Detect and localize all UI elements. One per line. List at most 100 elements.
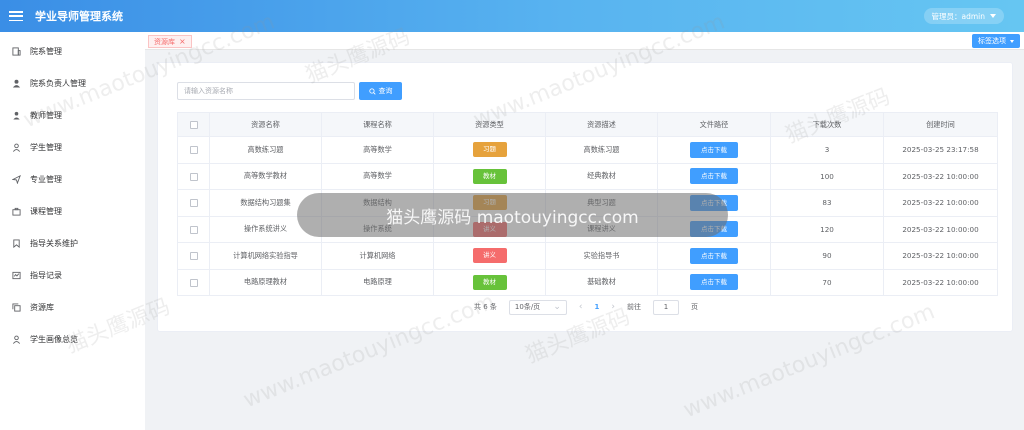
bookmark-icon	[12, 238, 21, 248]
student-icon	[12, 143, 21, 152]
table-row: 高数练习题 高等数学 习题 高数练习题 点击下载 3 2025-03-25 23:17:58	[177, 136, 998, 164]
resource-desc-cell: 典型习题	[545, 189, 658, 217]
sidebar-item[interactable]: 指导记录	[0, 259, 145, 291]
goto-label: 前往	[627, 303, 641, 311]
goto-page-input[interactable]	[653, 299, 679, 315]
type-badge: 讲义	[472, 221, 507, 237]
sidebar-item[interactable]: 教师管理	[0, 99, 145, 131]
file-path-cell: 点击下载	[657, 189, 771, 217]
send-icon	[12, 174, 21, 184]
select-all-checkbox[interactable]	[189, 121, 198, 129]
sidebar-item[interactable]: 院系负责人管理	[0, 67, 145, 99]
row-checkbox[interactable]	[189, 225, 198, 234]
download-count-cell: 3	[770, 136, 884, 164]
file-path-cell: 点击下载	[657, 162, 771, 190]
record-icon	[12, 271, 21, 280]
download-button[interactable]: 点击下载	[690, 168, 738, 185]
search-button[interactable]: 查询	[359, 82, 402, 100]
row-checkbox[interactable]	[189, 172, 198, 181]
resource-type-cell: 习题	[433, 136, 546, 164]
sidebar-item[interactable]: 课程管理	[0, 195, 145, 227]
resource-type-cell: 讲义	[433, 215, 546, 243]
page-suffix: 页	[691, 303, 698, 311]
resource-name-cell: 数据结构习题集	[209, 189, 322, 217]
resource-desc-cell: 课程讲义	[545, 215, 658, 243]
column-header: 资源类型	[433, 112, 546, 137]
page-number-current[interactable]: 1	[595, 303, 600, 311]
row-checkbox[interactable]	[189, 278, 198, 287]
tag-options-button[interactable]: 标签选项	[972, 34, 1020, 48]
download-button[interactable]: 点击下载	[690, 247, 738, 264]
download-button[interactable]: 点击下载	[690, 274, 738, 291]
prev-page-icon[interactable]: ‹	[579, 302, 583, 312]
download-count-cell: 83	[770, 189, 884, 217]
file-path-cell: 点击下载	[657, 242, 771, 270]
top-header: 学业导师管理系统 管理员：admin	[0, 0, 1024, 32]
column-header: 文件路径	[657, 112, 771, 137]
sidebar-item[interactable]: 专业管理	[0, 163, 145, 195]
row-select-cell	[177, 215, 210, 243]
sidebar: 院系管理院系负责人管理教师管理 学生管理专业管理课程管理指导关系维护 指导记录资源库…	[0, 32, 145, 430]
resource-type-cell: 习题	[433, 189, 546, 217]
download-count-cell: 120	[770, 215, 884, 243]
user-icon	[12, 79, 21, 88]
row-checkbox[interactable]	[189, 252, 198, 261]
sidebar-item-label: 学生画像总览	[30, 334, 78, 344]
course-name-cell: 数据结构	[321, 189, 434, 217]
pagination: 共 6 条 10条/页 ⌄ ‹ 1 › 前往 页	[158, 299, 1014, 315]
resource-table: 资源名称 课程名称 资源类型 资源描述 文件路径 下载次数 创建时间 高数练习题…	[177, 112, 998, 296]
course-name-cell: 计算机网络	[321, 242, 434, 270]
sidebar-item-label: 指导关系维护	[30, 238, 78, 248]
sidebar-item-label: 院系负责人管理	[30, 78, 86, 88]
sidebar-item[interactable]: 指导关系维护	[0, 227, 145, 259]
select-all-cell	[177, 112, 210, 137]
row-checkbox[interactable]	[189, 146, 198, 155]
search-icon	[368, 87, 376, 95]
sidebar-item-label: 课程管理	[30, 206, 62, 216]
copy-icon	[12, 302, 21, 312]
page-size-value: 10条/页	[514, 303, 541, 311]
menu-toggle-icon[interactable]	[9, 9, 23, 23]
sidebar-item[interactable]: 院系管理	[0, 35, 145, 67]
next-page-icon[interactable]: ›	[611, 302, 615, 312]
sidebar-item[interactable]: 学生画像总览	[0, 323, 145, 355]
tag-label: 资源库	[154, 37, 175, 46]
main-card: 查询 资源名称 课程名称 资源类型 资源描述 文件路径 下载次数 创建时间 高数…	[157, 62, 1013, 332]
close-icon[interactable]: ×	[179, 37, 186, 46]
download-button[interactable]: 点击下载	[690, 221, 738, 238]
table-row: 高等数学教材 高等数学 教材 经典教材 点击下载 100 2025-03-22 10:00:…	[177, 162, 998, 190]
row-checkbox[interactable]	[189, 199, 198, 208]
download-button[interactable]: 点击下载	[690, 141, 738, 158]
row-select-cell	[177, 136, 210, 164]
download-button[interactable]: 点击下载	[690, 194, 738, 211]
created-time-cell: 2025-03-25 23:17:58	[883, 136, 998, 164]
table-header-row: 资源名称 课程名称 资源类型 资源描述 文件路径 下载次数 创建时间	[177, 112, 998, 137]
page-size-select[interactable]: 10条/页 ⌄	[508, 299, 567, 315]
course-name-cell: 高等数学	[321, 162, 434, 190]
download-count-cell: 70	[770, 268, 884, 296]
download-count-cell: 90	[770, 242, 884, 270]
column-header: 创建时间	[883, 112, 998, 137]
resource-desc-cell: 基础教材	[545, 268, 658, 296]
user-menu[interactable]: 管理员：admin	[923, 8, 1004, 24]
search-button-label: 查询	[378, 88, 393, 95]
resource-type-cell: 教材	[433, 162, 546, 190]
chevron-down-icon	[1010, 39, 1014, 43]
course-name-cell: 操作系统	[321, 215, 434, 243]
building-icon	[12, 46, 21, 56]
created-time-cell: 2025-03-22 10:00:00	[883, 215, 998, 243]
sidebar-item-label: 指导记录	[30, 270, 62, 280]
sidebar-item[interactable]: 学生管理	[0, 131, 145, 163]
type-badge: 习题	[472, 195, 507, 211]
tag-resource-library[interactable]: 资源库 ×	[148, 35, 192, 48]
sidebar-item-label: 专业管理	[30, 174, 62, 184]
row-select-cell	[177, 189, 210, 217]
search-input[interactable]	[177, 82, 355, 100]
tag-options-label: 标签选项	[978, 37, 1006, 45]
teacher-icon	[12, 111, 21, 120]
briefcase-icon	[12, 207, 21, 216]
resource-type-cell: 讲义	[433, 242, 546, 270]
sidebar-item[interactable]: 资源库	[0, 291, 145, 323]
table-row: 计算机网络实验指导 计算机网络 讲义 实验指导书 点击下载 90 2025-03-22 10…	[177, 242, 998, 270]
column-header: 下载次数	[770, 112, 884, 137]
